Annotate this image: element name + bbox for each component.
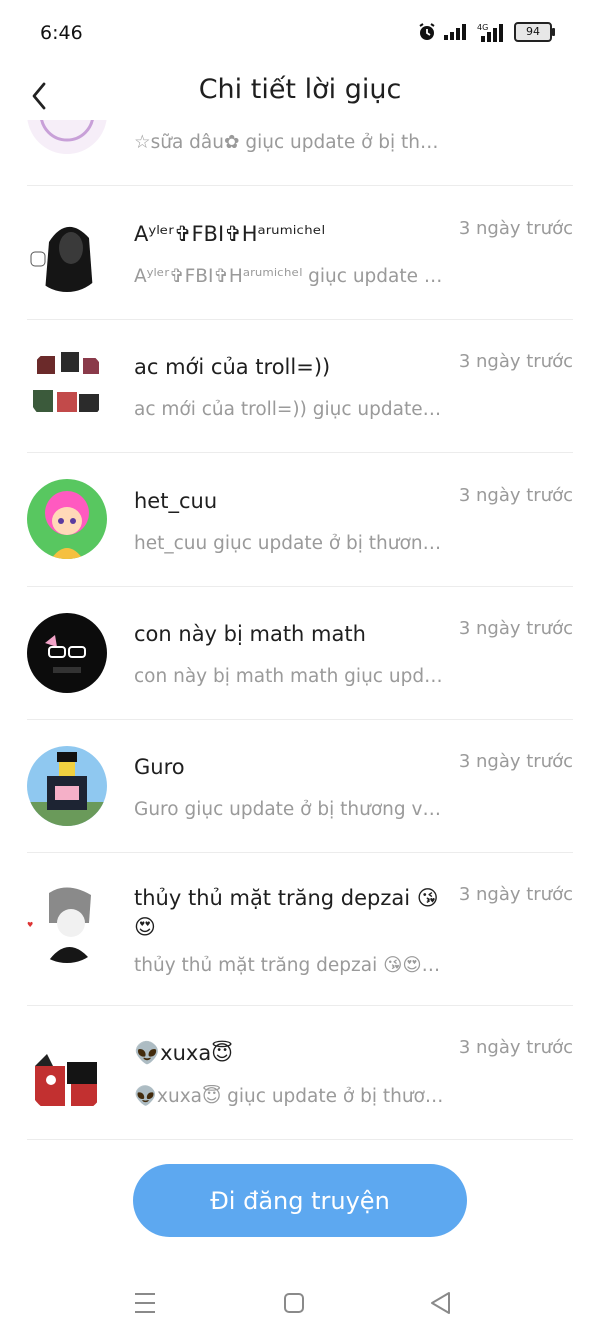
status-icons: 4G 94 [417,22,555,42]
item-preview: ac mới của troll=)) giục update ở … [134,399,446,420]
home-icon[interactable] [279,1288,309,1318]
system-nav-bar [0,1270,600,1337]
avatar: ♥ [27,883,107,963]
item-name: Aʸˡᵉʳ✞FBI✞Hᵃʳᵘᵐⁱᶜʰᵉˡ [134,222,326,246]
page-title: Chi tiết lời giục [198,74,402,105]
divider [27,1139,573,1140]
list-item[interactable]: Guro 3 ngày trước Guro giục update ở bị … [0,720,600,853]
item-name: con này bị math math [134,622,366,646]
avatar [27,613,107,693]
item-preview: thủy thủ mặt trăng depzai 😘😍 gi… [134,955,446,976]
avatar [27,1036,107,1116]
status-time: 6:46 [40,22,83,44]
item-preview: 👽xuxa😇 giục update ở bị thươn… [134,1086,446,1107]
item-time: 3 ngày trước [458,351,573,372]
back-triangle-icon[interactable] [426,1288,456,1318]
item-name: Guro [134,755,185,779]
item-time: 3 ngày trước [458,618,573,639]
battery-level: 94 [526,25,540,38]
item-time: 3 ngày trước [458,1037,573,1058]
item-name: ac mới của troll=)) [134,355,331,379]
list-item[interactable]: con này bị math math 3 ngày trước con nà… [0,587,600,720]
item-time: 3 ngày trước [458,218,573,239]
avatar [27,346,107,426]
item-name: het_cuu [134,489,218,513]
list-item[interactable]: Aʸˡᵉʳ✞FBI✞Hᵃʳᵘᵐⁱᶜʰᵉˡ 3 ngày trước Aʸˡᵉʳ✞… [0,186,600,320]
avatar [27,479,107,559]
network-type: 4G [477,23,488,32]
battery-icon: 94 [514,22,555,42]
menu-icon[interactable] [130,1288,160,1318]
avatar [27,120,107,154]
avatar [27,212,107,292]
list-item[interactable]: 👽xuxa😇 3 ngày trước 👽xuxa😇 giục update ở… [0,1006,600,1140]
item-time: 3 ngày trước [458,884,573,905]
item-time: 3 ngày trước [458,751,573,772]
item-time: 3 ngày trước [458,485,573,506]
item-preview: con này bị math math giục update… [134,666,446,687]
item-name: thủy thủ mặt trăng depzai 😘😍 [134,886,439,939]
header: Chi tiết lời giục [0,66,600,120]
item-preview: het_cuu giục update ở bị thương v… [134,533,446,554]
status-bar: 6:46 4G 94 [0,0,600,66]
alarm-icon [419,23,435,40]
svg-text:♥: ♥ [27,921,33,929]
item-preview: Aʸˡᵉʳ✞FBI✞Hᵃʳᵘᵐⁱᶜʰᵉˡ giục update ở … [134,266,446,287]
item-name: 👽xuxa😇 [134,1041,234,1065]
avatar [27,746,107,826]
list-item[interactable]: ☆sữa dâu✿ giục update ở bị thươ… [0,120,600,186]
signal-icon [444,24,466,40]
list-item[interactable]: het_cuu 3 ngày trước het_cuu giục update… [0,453,600,587]
item-preview: ☆sữa dâu✿ giục update ở bị thươ… [134,132,446,153]
list-item[interactable]: ac mới của troll=)) 3 ngày trước ac mới … [0,320,600,453]
item-preview: Guro giục update ở bị thương và l… [134,799,446,820]
reminder-list[interactable]: ☆sữa dâu✿ giục update ở bị thươ… Aʸˡᵉʳ✞F… [0,120,600,1140]
list-item[interactable]: ♥ thủy thủ mặt trăng depzai 😘😍 3 ngày tr… [0,853,600,1006]
signal-4g-icon: 4G [477,23,503,42]
post-story-button[interactable]: Đi đăng truyện [133,1164,467,1237]
